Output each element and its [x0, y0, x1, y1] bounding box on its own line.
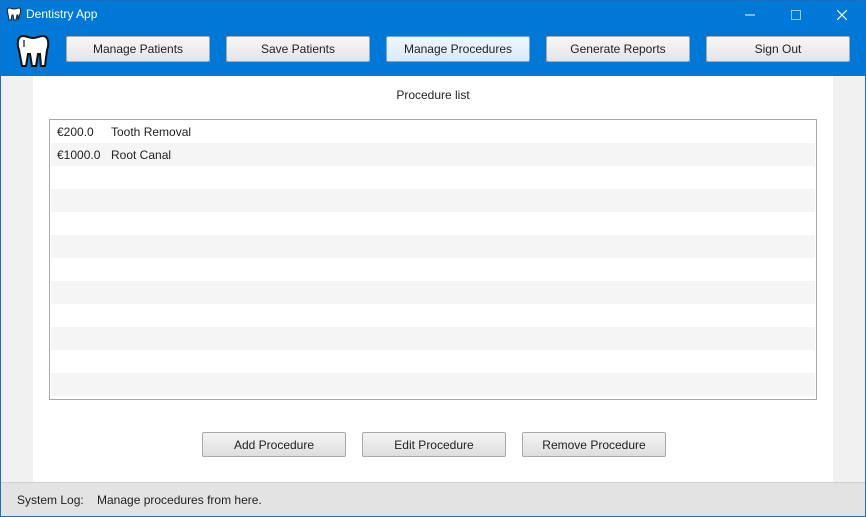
procedure-panel: Procedure list €200.0 Tooth Removal €100…: [33, 76, 833, 482]
edit-procedure-button[interactable]: Edit Procedure: [362, 432, 506, 457]
empty-row: [51, 258, 815, 281]
status-label: System Log:: [17, 493, 84, 507]
content-area: Procedure list €200.0 Tooth Removal €100…: [1, 76, 865, 482]
tooth-icon: [6, 7, 22, 21]
close-icon: [837, 9, 847, 20]
manage-procedures-button[interactable]: Manage Procedures: [386, 36, 530, 62]
status-message: Manage procedures from here.: [97, 493, 262, 507]
window-title: Dentistry App: [26, 7, 98, 21]
maximize-button[interactable]: [773, 1, 819, 28]
app-window: Dentistry App Manage Patients Save Patie…: [0, 0, 866, 517]
empty-row: [51, 327, 815, 350]
procedure-name: Root Canal: [111, 147, 172, 162]
maximize-icon: [791, 9, 801, 20]
remove-procedure-button[interactable]: Remove Procedure: [522, 432, 666, 457]
empty-row: [51, 235, 815, 258]
save-patients-button[interactable]: Save Patients: [226, 36, 370, 62]
generate-reports-button[interactable]: Generate Reports: [546, 36, 690, 62]
close-button[interactable]: [819, 1, 865, 28]
title-bar[interactable]: Dentistry App: [1, 1, 865, 28]
empty-row: [51, 189, 815, 212]
empty-row: [51, 373, 815, 396]
minimize-button[interactable]: [727, 1, 773, 28]
list-item[interactable]: €1000.0 Root Canal: [51, 143, 815, 166]
main-toolbar: Manage Patients Save Patients Manage Pro…: [1, 28, 865, 76]
status-bar: System Log: Manage procedures from here.: [1, 482, 865, 516]
empty-row: [51, 350, 815, 373]
tooth-logo-icon: [16, 34, 50, 67]
empty-row: [51, 281, 815, 304]
add-procedure-button[interactable]: Add Procedure: [202, 432, 346, 457]
empty-row: [51, 304, 815, 327]
procedure-price: €1000.0: [57, 147, 101, 162]
empty-row: [51, 212, 815, 235]
manage-patients-button[interactable]: Manage Patients: [66, 36, 210, 62]
sign-out-button[interactable]: Sign Out: [706, 36, 850, 62]
procedure-price: €200.0: [57, 124, 94, 139]
empty-row: [51, 166, 815, 189]
procedure-list[interactable]: €200.0 Tooth Removal €1000.0 Root Canal: [49, 119, 817, 400]
procedure-list-title: Procedure list: [396, 88, 470, 102]
list-item[interactable]: €200.0 Tooth Removal: [51, 120, 815, 143]
procedure-name: Tooth Removal: [111, 124, 192, 139]
minimize-icon: [745, 14, 755, 15]
